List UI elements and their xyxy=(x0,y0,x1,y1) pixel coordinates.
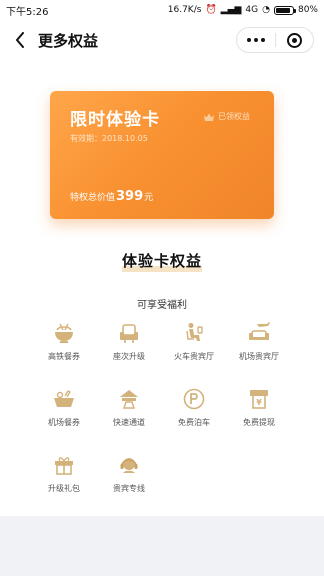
benefit-label: 高铁餐券 xyxy=(48,352,80,361)
card-badge: 已领权益 xyxy=(204,111,250,122)
benefit-label: 机场餐券 xyxy=(48,418,80,427)
mini-program-capsule xyxy=(236,27,314,53)
card-validity: 有效期：2018.10.05 xyxy=(70,134,148,143)
nav-bar: 更多权益 xyxy=(0,20,324,60)
bowl-icon xyxy=(55,323,73,343)
benefit-item[interactable]: 火车贵宾厅 xyxy=(159,321,229,373)
card-title: 限时体验卡 xyxy=(70,110,160,130)
screen: 下午5:26 16.7K/s ⏰ ▂▄▆ 4G ◔ 80% 更多权益 限时体验卡… xyxy=(0,0,324,576)
network-type: 4G xyxy=(245,5,259,15)
benefit-item[interactable]: 免费泊车 xyxy=(159,387,229,439)
more-icon xyxy=(246,38,265,42)
benefit-label: 机场贵宾厅 xyxy=(239,352,279,361)
total-unit: 元 xyxy=(144,193,154,203)
benefit-item[interactable]: ¥ 免费提现 xyxy=(224,387,294,439)
gift-icon xyxy=(55,457,73,475)
benefit-item[interactable]: 高铁餐券 xyxy=(29,321,99,373)
wifi-icon: ◔ xyxy=(262,5,270,15)
signal-icon: ▂▄▆ xyxy=(220,5,242,15)
main-content: 限时体验卡 有效期：2018.10.05 已领权益 特权总价值 399 元 体验… xyxy=(0,60,324,516)
status-time: 下午5:26 xyxy=(6,6,49,18)
bottom-gray-area xyxy=(0,516,324,576)
svg-text:¥: ¥ xyxy=(256,398,262,407)
total-prefix: 特权总价值 xyxy=(70,193,116,203)
benefit-item[interactable]: 升级礼包 xyxy=(29,453,99,505)
benefit-label: 贵宾专线 xyxy=(113,484,145,493)
chevron-left-icon xyxy=(16,32,24,48)
benefit-item[interactable]: 座次升级 xyxy=(94,321,164,373)
section-title: 体验卡权益 xyxy=(0,250,324,272)
card-badge-label: 已领权益 xyxy=(218,112,250,121)
parking-icon xyxy=(183,388,205,410)
benefit-label: 火车贵宾厅 xyxy=(174,352,214,361)
crown-icon xyxy=(204,113,214,121)
benefit-item[interactable]: 快速通道 xyxy=(94,387,164,439)
back-button[interactable] xyxy=(10,28,30,52)
food-basket-icon xyxy=(54,390,74,407)
more-button[interactable] xyxy=(237,28,275,52)
total-number: 399 xyxy=(116,189,144,204)
benefit-label: 快速通道 xyxy=(113,418,145,427)
headset-icon xyxy=(120,458,138,473)
withdraw-icon: ¥ xyxy=(250,390,268,409)
status-right: 16.7K/s ⏰ ▂▄▆ 4G ◔ 80% xyxy=(168,5,318,15)
lounge-person-icon xyxy=(186,323,203,341)
page-title: 更多权益 xyxy=(38,31,99,50)
benefit-label: 座次升级 xyxy=(113,352,145,361)
alarm-icon: ⏰ xyxy=(205,5,217,15)
fast-lane-icon xyxy=(120,390,138,409)
benefit-item[interactable]: 机场贵宾厅 xyxy=(224,321,294,373)
battery-percent: 80% xyxy=(297,5,318,15)
section-title-text: 体验卡权益 xyxy=(121,252,202,270)
benefit-label: 免费泊车 xyxy=(178,418,210,427)
card-total-value: 特权总价值 399 元 xyxy=(70,189,153,204)
airport-lounge-icon xyxy=(249,322,270,340)
seat-icon xyxy=(120,324,138,343)
benefit-label: 免费提现 xyxy=(243,418,275,427)
benefit-label: 升级礼包 xyxy=(48,484,80,493)
benefit-item[interactable]: 机场餐券 xyxy=(29,387,99,439)
benefit-item[interactable]: 贵宾专线 xyxy=(94,453,164,505)
battery-icon xyxy=(273,5,296,15)
status-bar: 下午5:26 16.7K/s ⏰ ▂▄▆ 4G ◔ 80% xyxy=(0,0,324,20)
section-subtitle: 可享受福利 xyxy=(137,300,187,311)
trial-card[interactable]: 限时体验卡 有效期：2018.10.05 已领权益 特权总价值 399 元 xyxy=(50,91,274,219)
close-button[interactable] xyxy=(276,28,314,52)
target-icon xyxy=(286,32,302,48)
network-speed: 16.7K/s xyxy=(167,5,202,15)
